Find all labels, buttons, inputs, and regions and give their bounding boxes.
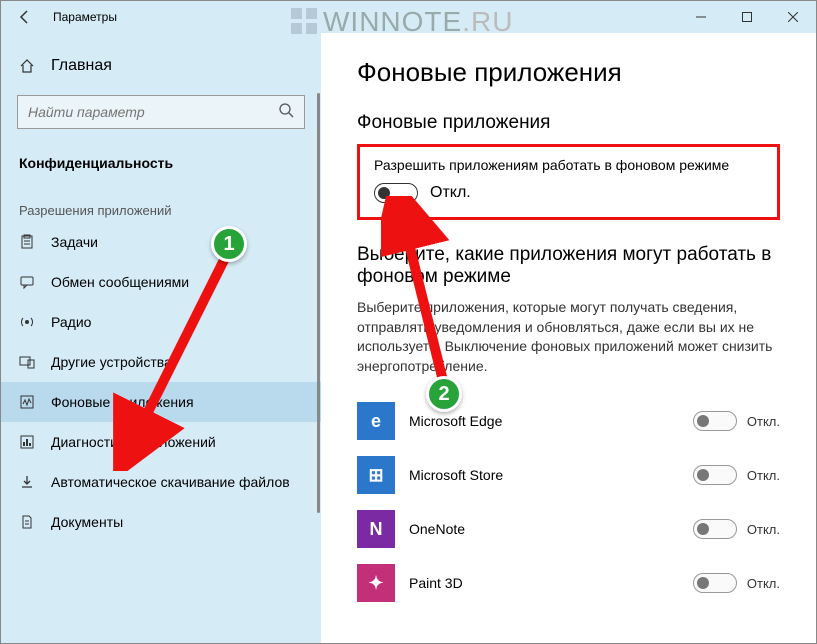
sidebar-item-label: Фоновые приложения (51, 394, 194, 410)
close-button[interactable] (770, 1, 816, 33)
section-header-2: Выберите, какие приложения могут работат… (357, 244, 780, 288)
home-icon (19, 58, 35, 74)
sidebar-item-label: Автоматическое скачивание файлов (51, 474, 290, 490)
chart-icon (19, 434, 35, 450)
sidebar-item-background-apps[interactable]: Фоновые приложения (1, 382, 321, 422)
app-row: ⊞ Microsoft Store Откл. (357, 448, 780, 502)
section-description: Выберите приложения, которые могут получ… (357, 298, 777, 376)
search-input[interactable] (28, 104, 278, 120)
app-toggle[interactable] (693, 465, 737, 485)
sidebar-item-tasks[interactable]: Задачи (1, 222, 321, 262)
sidebar-item-other-devices[interactable]: Другие устройства (1, 342, 321, 382)
sidebar-item-label: Радио (51, 314, 91, 330)
app-toggle-state: Откл. (747, 414, 780, 429)
section-header: Фоновые приложения (357, 112, 780, 134)
sidebar-item-app-diagnostics[interactable]: Диагностика приложений (1, 422, 321, 462)
window-title: Параметры (53, 10, 117, 24)
clipboard-icon (19, 234, 35, 250)
sidebar-item-auto-downloads[interactable]: Автоматическое скачивание файлов (1, 462, 321, 502)
app-toggle[interactable] (693, 519, 737, 539)
sidebar-item-radio[interactable]: Радио (1, 302, 321, 342)
app-name: Paint 3D (409, 575, 679, 591)
app-name: Microsoft Store (409, 467, 679, 483)
sidebar-category: Разрешения приложений (1, 181, 321, 222)
highlight-box: Разрешить приложениям работать в фоновом… (357, 144, 780, 220)
master-toggle-label: Разрешить приложениям работать в фоновом… (374, 157, 763, 173)
app-icon: ⊞ (357, 456, 395, 494)
app-toggle-state: Откл. (747, 468, 780, 483)
radio-icon (19, 314, 35, 330)
app-name: OneNote (409, 521, 679, 537)
sidebar-item-label: Задачи (51, 234, 98, 250)
sidebar: Главная Конфиденциальность Разрешения пр… (1, 33, 321, 643)
sidebar-item-label: Документы (51, 514, 123, 530)
search-icon (278, 102, 294, 123)
search-box[interactable] (17, 95, 305, 129)
app-toggle-state: Откл. (747, 522, 780, 537)
home-label: Главная (51, 57, 112, 75)
sidebar-section-title: Конфиденциальность (1, 139, 321, 181)
main-content: Фоновые приложения Фоновые приложения Ра… (321, 33, 816, 643)
sidebar-item-messaging[interactable]: Обмен сообщениями (1, 262, 321, 302)
back-button[interactable] (1, 1, 49, 33)
app-toggle[interactable] (693, 573, 737, 593)
scrollbar[interactable] (317, 93, 320, 513)
master-toggle-state: Откл. (430, 184, 471, 202)
sidebar-item-label: Обмен сообщениями (51, 274, 189, 290)
home-button[interactable]: Главная (1, 47, 321, 85)
minimize-button[interactable] (678, 1, 724, 33)
activity-icon (19, 394, 35, 410)
app-toggle-state: Откл. (747, 576, 780, 591)
devices-icon (19, 354, 35, 370)
document-icon (19, 514, 35, 530)
sidebar-item-label: Другие устройства (51, 354, 172, 370)
app-icon: ✦ (357, 564, 395, 602)
maximize-button[interactable] (724, 1, 770, 33)
download-icon (19, 474, 35, 490)
sidebar-item-label: Диагностика приложений (51, 434, 216, 450)
master-toggle[interactable] (374, 183, 418, 203)
app-row: e Microsoft Edge Откл. (357, 394, 780, 448)
page-title: Фоновые приложения (357, 57, 780, 88)
app-icon: N (357, 510, 395, 548)
sidebar-item-documents[interactable]: Документы (1, 502, 321, 542)
app-toggle[interactable] (693, 411, 737, 431)
app-row: ✦ Paint 3D Откл. (357, 556, 780, 610)
app-icon: e (357, 402, 395, 440)
app-row: N OneNote Откл. (357, 502, 780, 556)
app-name: Microsoft Edge (409, 413, 679, 429)
message-icon (19, 274, 35, 290)
